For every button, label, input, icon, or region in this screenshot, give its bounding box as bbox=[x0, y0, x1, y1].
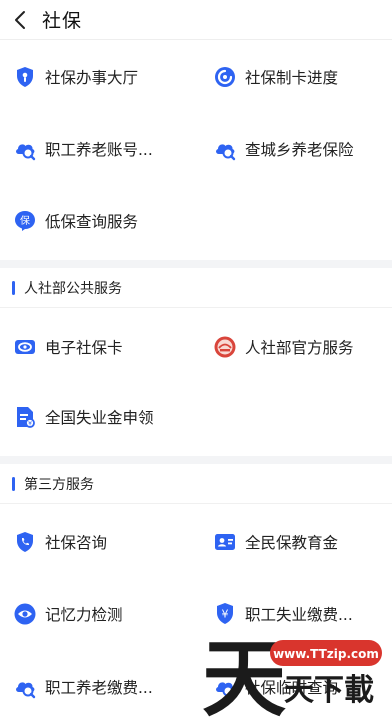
yuan-icon: ¥ bbox=[213, 602, 237, 626]
item-memory-test[interactable]: 记忆力检测 bbox=[13, 596, 123, 632]
item-label: 社保咨询 bbox=[45, 534, 108, 552]
section-mohrss: 电子社保卡 人社部官方服务 ¥ 全国失业金申领 bbox=[0, 308, 392, 454]
item-label: 职工失业缴费... bbox=[245, 606, 353, 624]
card-icon bbox=[13, 335, 37, 359]
item-mohrss-official[interactable]: 人社部官方服务 bbox=[213, 329, 354, 365]
section-accent-bar bbox=[12, 476, 15, 491]
search-cloud-icon bbox=[13, 137, 37, 161]
section-header-third-party: 第三方服务 bbox=[0, 464, 392, 504]
item-low-income[interactable]: 保 低保查询服务 bbox=[13, 203, 138, 239]
item-label: 职工养老账号... bbox=[45, 141, 153, 159]
official-emblem-icon bbox=[213, 335, 237, 359]
back-button[interactable] bbox=[0, 0, 40, 40]
section-title: 人社部公共服务 bbox=[24, 280, 122, 297]
item-pension-payment[interactable]: 职工养老缴费... bbox=[13, 669, 153, 705]
item-pension-account[interactable]: 职工养老账号... bbox=[13, 131, 153, 167]
item-unemployment-payment[interactable]: ¥ 职工失业缴费... bbox=[213, 596, 353, 632]
item-temp-query[interactable]: 社保临时查询 bbox=[213, 669, 338, 705]
document-icon: ¥ bbox=[13, 405, 37, 429]
item-card-progress[interactable]: 社保制卡进度 bbox=[213, 59, 338, 95]
item-service-hall[interactable]: 社保办事大厅 bbox=[13, 59, 138, 95]
id-card-icon bbox=[213, 530, 237, 554]
item-label: 全国失业金申领 bbox=[45, 409, 154, 427]
svg-text:保: 保 bbox=[20, 214, 30, 227]
top-bar: 社保 bbox=[0, 0, 392, 40]
item-label: 职工养老缴费... bbox=[45, 679, 153, 697]
section-title: 第三方服务 bbox=[24, 476, 94, 493]
item-label: 全民保教育金 bbox=[245, 534, 339, 552]
item-label: 社保制卡进度 bbox=[245, 69, 339, 87]
search-cloud-icon bbox=[213, 675, 237, 699]
section-social-security: 社保办事大厅 社保制卡进度 职工养老账号... 查城乡养老保险 保 低保查询服务 bbox=[0, 40, 392, 260]
item-label: 人社部官方服务 bbox=[245, 339, 354, 357]
chevron-left-icon bbox=[15, 10, 25, 29]
bao-badge-icon: 保 bbox=[13, 209, 37, 233]
item-label: 记忆力检测 bbox=[45, 606, 123, 624]
shield-icon bbox=[13, 65, 37, 89]
item-label: 社保办事大厅 bbox=[45, 69, 139, 87]
section-accent-bar bbox=[12, 280, 15, 295]
search-cloud-icon bbox=[213, 137, 237, 161]
section-header-mohrss: 人社部公共服务 bbox=[0, 268, 392, 308]
svg-text:¥: ¥ bbox=[28, 421, 32, 428]
item-unemployment-claim[interactable]: ¥ 全国失业金申领 bbox=[13, 399, 154, 435]
section-third-party: 社保咨询 全民保教育金 记忆力检测 ¥ 职工失业缴费... 职工养老缴费... … bbox=[0, 504, 392, 721]
item-education-fund[interactable]: 全民保教育金 bbox=[213, 524, 338, 560]
page-title: 社保 bbox=[42, 10, 83, 32]
item-e-card[interactable]: 电子社保卡 bbox=[13, 329, 123, 365]
section-divider bbox=[0, 456, 392, 464]
search-cloud-icon bbox=[13, 675, 37, 699]
item-label: 社保临时查询 bbox=[245, 679, 339, 697]
section-divider bbox=[0, 260, 392, 268]
item-rural-pension[interactable]: 查城乡养老保险 bbox=[213, 131, 354, 167]
progress-icon bbox=[213, 65, 237, 89]
item-label: 查城乡养老保险 bbox=[245, 141, 354, 159]
shield-phone-icon bbox=[13, 530, 37, 554]
item-label: 电子社保卡 bbox=[45, 339, 123, 357]
item-consult[interactable]: 社保咨询 bbox=[13, 524, 107, 560]
eye-shield-icon bbox=[13, 602, 37, 626]
item-label: 低保查询服务 bbox=[45, 213, 139, 231]
svg-text:¥: ¥ bbox=[222, 608, 229, 621]
